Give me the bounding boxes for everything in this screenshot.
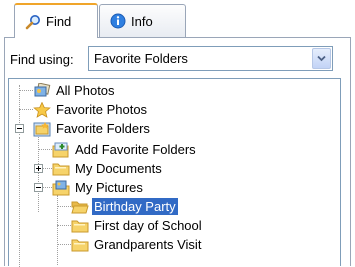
tab-info[interactable]: Info	[99, 4, 186, 37]
tree-item-favorite-photos[interactable]: Favorite Photos	[33, 100, 149, 119]
folder-icon	[52, 161, 70, 177]
chevron-down-icon	[317, 55, 326, 62]
collapse-toggle[interactable]	[34, 183, 43, 192]
expand-toggle[interactable]	[34, 164, 43, 173]
tree-item-my-documents[interactable]: My Documents	[52, 159, 164, 178]
tree-line	[57, 206, 71, 208]
tree-item-all-photos[interactable]: All Photos	[33, 81, 117, 100]
tree-item-add-favorite-folders[interactable]: Add Favorite Folders	[52, 140, 198, 159]
collapse-toggle[interactable]	[15, 124, 24, 133]
tree-line	[38, 149, 52, 151]
favorite-folder-icon	[33, 121, 51, 137]
dropdown-button[interactable]	[312, 48, 331, 69]
tab-strip: Find Info	[0, 0, 355, 38]
find-using-value: Favorite Folders	[94, 51, 188, 66]
tab-find-label: Find	[46, 14, 72, 29]
tree-item-grandparents-visit[interactable]: Grandparents Visit	[71, 235, 203, 254]
tree-item-favorite-folders[interactable]: Favorite Folders	[33, 119, 152, 138]
find-using-label: Find using:	[10, 51, 74, 67]
tree-line	[19, 109, 33, 111]
magnifier-icon	[25, 14, 41, 30]
tree-line	[43, 187, 52, 189]
star-icon	[33, 101, 51, 118]
tree-line	[19, 90, 33, 92]
tree-line	[57, 225, 71, 227]
folder-tree[interactable]: All Photos Favorite Photos Favorite Fold…	[8, 78, 341, 267]
find-using-dropdown[interactable]: Favorite Folders	[88, 46, 333, 71]
info-icon	[110, 13, 126, 29]
tab-find[interactable]: Find	[14, 3, 98, 38]
tree-line	[43, 168, 52, 170]
pictures-folder-icon	[52, 180, 70, 196]
tab-info-label: Info	[131, 13, 153, 29]
tree-item-my-pictures[interactable]: My Pictures	[52, 178, 145, 197]
find-using-row: Find using:	[10, 46, 80, 72]
tree-line	[19, 137, 21, 267]
tree-item-birthday-party[interactable]: Birthday Party	[71, 197, 178, 216]
folder-icon	[71, 218, 89, 234]
tree-item-first-day-of-school[interactable]: First day of School	[71, 216, 204, 235]
folder-icon	[71, 237, 89, 253]
add-folder-icon	[52, 142, 70, 158]
photos-stack-icon	[33, 82, 51, 99]
open-folder-icon	[71, 199, 89, 215]
tree-line	[57, 244, 71, 246]
